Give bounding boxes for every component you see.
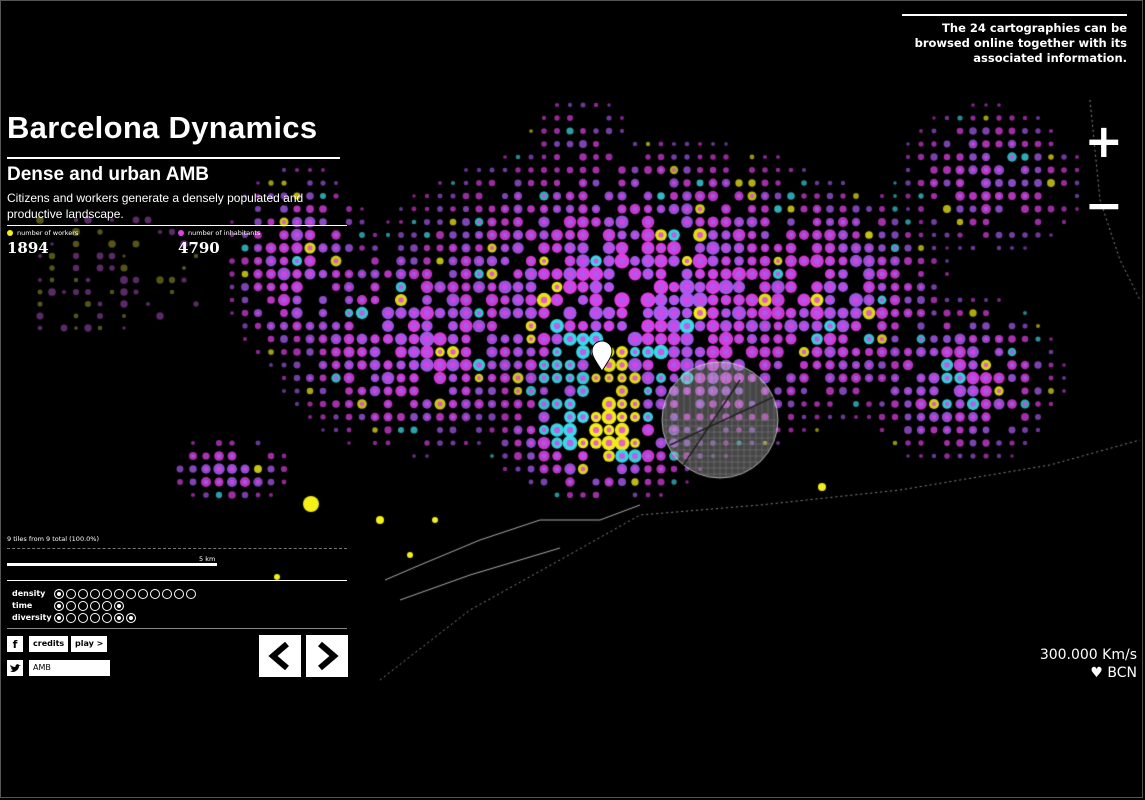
filter-option[interactable] [114,601,124,611]
filter-option[interactable] [102,613,112,623]
filter-option[interactable] [66,613,76,623]
dashed-divider [7,548,347,549]
workers-dot-icon [7,230,13,236]
page-title: Barcelona Dynamics [7,110,318,145]
workers-value: 1894 [7,239,49,257]
filter-option[interactable] [114,589,124,599]
time-selector[interactable] [54,601,124,611]
filter-option[interactable] [162,589,172,599]
scale-label: 5 km [199,555,216,563]
scale-bar [7,563,217,566]
description-divider [7,225,347,226]
filter-option[interactable] [114,613,124,623]
inhabitants-label: number of inhabitants [188,229,261,237]
top-note: The 24 cartographies can be browsed onli… [902,14,1127,66]
filter-option[interactable] [102,589,112,599]
filter-option[interactable] [126,589,136,599]
prev-arrow-icon [268,641,289,671]
credits-button[interactable]: credits [29,636,69,652]
zoom-out-icon[interactable]: − [1084,182,1123,228]
workers-label: number of workers [17,229,79,237]
filter-option[interactable] [54,589,64,599]
density-selector[interactable] [54,589,196,599]
filter-option[interactable] [78,613,88,623]
search-input[interactable]: AMB [29,660,110,676]
play-button[interactable]: play > [71,636,108,652]
filter-option[interactable] [102,601,112,611]
filter-option[interactable] [90,589,100,599]
filter-option[interactable] [90,601,100,611]
filters-divider [7,580,347,581]
filter-label-diversity: diversity [12,613,52,622]
filter-option[interactable] [78,601,88,611]
filter-option[interactable] [66,601,76,611]
next-button[interactable] [306,635,348,677]
filter-option[interactable] [186,589,196,599]
map-description: Citizens and workers generate a densely … [7,191,304,221]
filter-option[interactable] [78,589,88,599]
speed-text: 300.000 Km/s [1039,647,1137,663]
twitter-icon[interactable] [7,660,23,676]
inhabitants-value: 4790 [178,239,220,257]
next-arrow-icon [318,641,339,671]
title-divider [7,157,340,159]
filter-label-density: density [12,589,46,598]
map-subtitle: Dense and urban AMB [7,164,209,185]
filter-option[interactable] [150,589,160,599]
inhabitants-legend: number of inhabitants [178,229,260,237]
bcn-link[interactable]: ♥ BCN [1090,664,1137,682]
buttons-divider [7,628,347,629]
filter-option[interactable] [90,613,100,623]
filter-label-time: time [12,601,33,610]
map-pin-icon[interactable] [591,340,613,372]
filter-option[interactable] [54,613,64,623]
filter-option[interactable] [66,589,76,599]
filter-option[interactable] [174,589,184,599]
filter-option[interactable] [138,589,148,599]
filter-option[interactable] [126,613,136,623]
facebook-icon[interactable]: f [7,636,23,652]
diversity-selector[interactable] [54,613,136,623]
tiles-info: 9 tiles from 9 total (100.0%) [7,535,99,543]
filter-option[interactable] [54,601,64,611]
workers-legend: number of workers [7,229,78,237]
prev-button[interactable] [259,635,301,677]
inhabitants-dot-icon [178,230,184,236]
zoom-in-icon[interactable]: + [1084,118,1123,164]
